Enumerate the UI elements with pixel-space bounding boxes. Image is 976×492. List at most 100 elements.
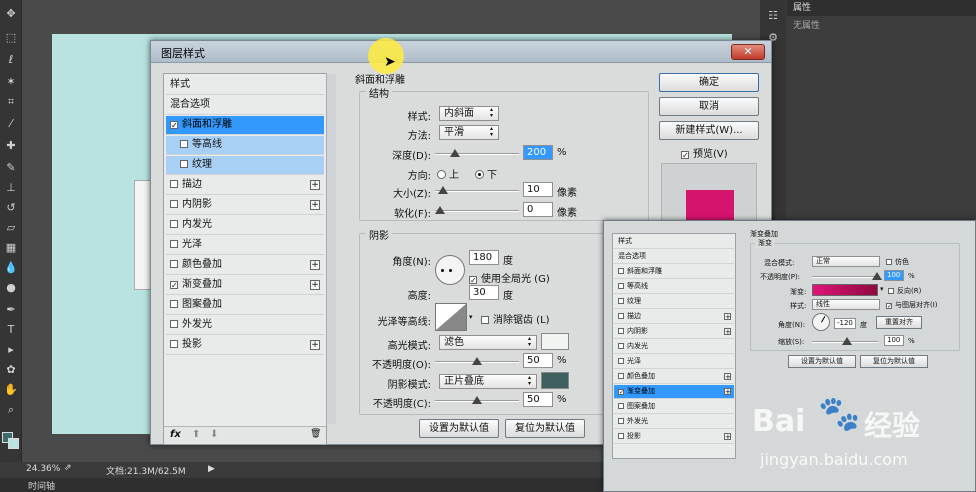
- style-item[interactable]: 描边 +: [614, 310, 734, 324]
- anti-alias-check[interactable]: [481, 316, 489, 324]
- shadow-mode-select[interactable]: 正片叠底: [439, 374, 537, 389]
- add-effect-icon[interactable]: +: [724, 328, 731, 336]
- gradient-style-select[interactable]: 线性: [812, 299, 880, 310]
- trash-icon[interactable]: 🗑: [310, 429, 321, 439]
- style-item[interactable]: 内发光: [614, 340, 734, 354]
- properties-tab[interactable]: 属性: [787, 0, 976, 16]
- gloss-contour-preview[interactable]: [435, 303, 467, 331]
- shadow-opacity-slider[interactable]: [435, 396, 519, 404]
- style-item[interactable]: 斜面和浮雕: [614, 265, 734, 279]
- add-effect-icon[interactable]: +: [310, 260, 320, 270]
- reset-align-button[interactable]: 重置对齐: [876, 316, 922, 329]
- style-item-checkbox[interactable]: [618, 358, 624, 364]
- gradient-preview-bar[interactable]: [812, 284, 878, 296]
- style-item[interactable]: 外发光: [614, 415, 734, 429]
- style-item-checkbox[interactable]: [618, 433, 624, 439]
- dither-checkbox[interactable]: 仿色: [886, 257, 909, 267]
- depth-input[interactable]: 200: [523, 145, 553, 160]
- set-default-button[interactable]: 设置为默认值: [419, 419, 499, 438]
- style-item-checkbox[interactable]: [618, 418, 624, 424]
- style-item-checkbox[interactable]: [618, 373, 624, 379]
- angle-input-2[interactable]: -120: [834, 318, 856, 329]
- altitude-input[interactable]: 30: [469, 285, 499, 300]
- dodge-tool-icon[interactable]: ●: [3, 280, 19, 296]
- style-item-checkbox[interactable]: [180, 140, 188, 148]
- path-select-icon[interactable]: ▸: [3, 342, 19, 358]
- style-item[interactable]: 内阴影 +: [614, 325, 734, 339]
- highlight-opacity-thumb[interactable]: [472, 357, 482, 365]
- highlight-mode-select[interactable]: 滤色: [439, 335, 537, 350]
- soften-slider[interactable]: [435, 206, 519, 214]
- style-item[interactable]: 描边 +: [166, 176, 324, 195]
- technique-select[interactable]: 平滑: [439, 125, 499, 140]
- style-item-checkbox[interactable]: [618, 313, 624, 319]
- style-item-checkbox[interactable]: [618, 268, 624, 274]
- magic-wand-icon[interactable]: ✶: [3, 74, 19, 90]
- style-item-checkbox[interactable]: [170, 220, 178, 228]
- healing-brush-icon[interactable]: ✚: [3, 138, 19, 154]
- size-input[interactable]: 10: [523, 182, 553, 197]
- move-tool-icon[interactable]: ✥: [3, 6, 19, 22]
- style-item-checkbox[interactable]: [618, 328, 624, 334]
- style-item-checkbox[interactable]: [618, 403, 624, 409]
- preview-checkbox[interactable]: ✓ 预览(V): [681, 145, 728, 160]
- add-effect-icon[interactable]: +: [310, 180, 320, 190]
- brush-tool-icon[interactable]: ✎: [3, 160, 19, 176]
- style-item[interactable]: ✓ 渐变叠加 +: [166, 276, 324, 295]
- angle-dial-2[interactable]: [812, 313, 830, 331]
- style-item-checkbox[interactable]: ✓: [170, 281, 178, 290]
- dither-check[interactable]: [886, 259, 892, 265]
- style-item-checkbox[interactable]: [180, 160, 188, 168]
- scale-slider-thumb[interactable]: [842, 337, 852, 345]
- radio-down[interactable]: [475, 170, 484, 179]
- zoom-tool-icon[interactable]: ⌕: [3, 402, 19, 418]
- opacity-slider-2[interactable]: [812, 272, 882, 280]
- angle-dial[interactable]: [435, 255, 465, 285]
- direction-down-radio[interactable]: 下: [475, 166, 497, 181]
- angle-input[interactable]: 180: [469, 250, 499, 265]
- preview-check[interactable]: ✓: [681, 151, 689, 160]
- eyedropper-icon[interactable]: ⁄: [3, 116, 19, 132]
- add-effect-icon[interactable]: +: [724, 373, 731, 381]
- move-down-icon[interactable]: ⬇: [210, 429, 218, 440]
- style-item-checkbox[interactable]: [170, 200, 178, 208]
- scale-slider[interactable]: [812, 337, 878, 345]
- style-item[interactable]: 投影 +: [614, 430, 734, 444]
- style-item-checkbox[interactable]: ✓: [618, 389, 624, 396]
- style-item[interactable]: 投影 +: [166, 336, 324, 355]
- timeline-label[interactable]: 时间轴: [28, 479, 55, 492]
- hand-tool-icon[interactable]: ✋: [3, 382, 19, 398]
- style-item-checkbox[interactable]: [618, 283, 624, 289]
- scale-input[interactable]: 100: [884, 335, 904, 346]
- style-item-checkbox[interactable]: [170, 340, 178, 348]
- align-layer-check[interactable]: ✓: [886, 303, 892, 310]
- shadow-color-swatch[interactable]: [541, 372, 569, 389]
- style-item[interactable]: 颜色叠加 +: [614, 370, 734, 384]
- style-item[interactable]: ✓ 渐变叠加 +: [614, 385, 734, 399]
- style-item[interactable]: 纹理: [166, 156, 324, 175]
- lasso-tool-icon[interactable]: ℓ: [3, 52, 19, 68]
- style-item-checkbox[interactable]: [618, 343, 624, 349]
- bevel-style-select[interactable]: 内斜面: [439, 106, 499, 121]
- shadow-opacity-input[interactable]: 50: [523, 392, 553, 407]
- crop-tool-icon[interactable]: ⌗: [3, 94, 19, 110]
- add-effect-icon[interactable]: +: [310, 200, 320, 210]
- style-item[interactable]: ✓ 斜面和浮雕: [166, 116, 324, 135]
- global-light-check[interactable]: ✓: [469, 276, 477, 285]
- close-button[interactable]: ✕: [731, 44, 765, 60]
- gradient-tool-icon[interactable]: ▦: [3, 240, 19, 256]
- eraser-tool-icon[interactable]: ▱: [3, 220, 19, 236]
- reverse-check[interactable]: [888, 288, 894, 294]
- dialog-title-bar[interactable]: 图层样式 ✕: [151, 41, 771, 63]
- pen-tool-icon[interactable]: ✒: [3, 302, 19, 318]
- style-item[interactable]: 内阴影 +: [166, 196, 324, 215]
- style-item-checkbox[interactable]: [170, 260, 178, 268]
- gradient-dropdown-icon[interactable]: ▾: [880, 285, 884, 293]
- style-item[interactable]: 样式: [166, 76, 324, 95]
- fx-icon[interactable]: fx: [170, 429, 181, 440]
- direction-up-radio[interactable]: 上: [437, 166, 459, 181]
- reset-default-button-2[interactable]: 复位为默认值: [860, 355, 928, 368]
- radio-up[interactable]: [437, 170, 446, 179]
- style-item-checkbox[interactable]: ✓: [170, 121, 178, 130]
- style-item-checkbox[interactable]: [618, 298, 624, 304]
